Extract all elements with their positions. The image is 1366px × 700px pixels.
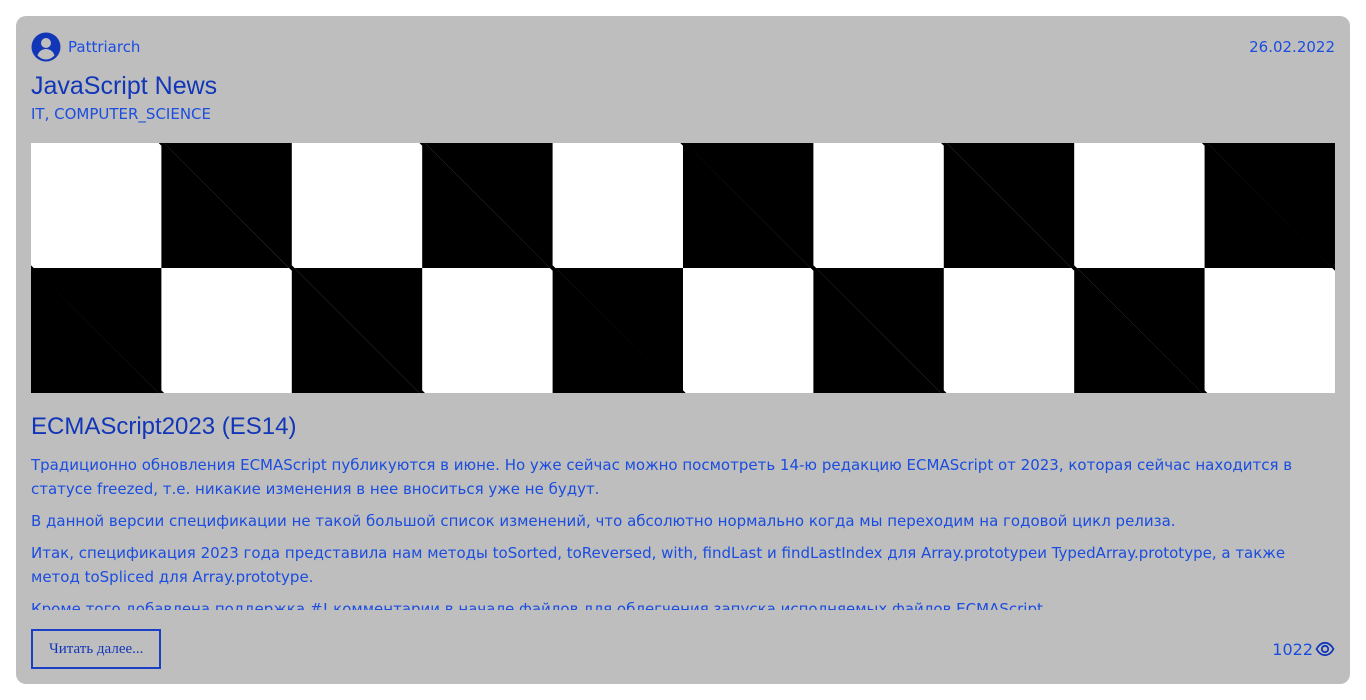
post-image (31, 143, 1335, 393)
views-counter: 1022 (1272, 639, 1335, 659)
post-title: JavaScript News (31, 72, 218, 100)
author-link[interactable]: Pattriarch (31, 32, 140, 62)
post-tags: IT, COMPUTER_SCIENCE (31, 105, 211, 123)
post-footer: Читать далее... 1022 (31, 629, 1335, 669)
post-header: Pattriarch 26.02.2022 (31, 30, 1335, 64)
eye-icon (1315, 641, 1335, 657)
content-paragraph: В данной версии спецификации не такой бо… (31, 512, 1176, 530)
views-count: 1022 (1272, 639, 1313, 659)
post-date: 26.02.2022 (1249, 38, 1335, 56)
user-circle-icon (31, 32, 61, 62)
content-paragraph: Кроме того добавлена поддержка #! коммен… (31, 600, 1048, 610)
author-name: Pattriarch (68, 38, 141, 56)
post-subtitle: ECMAScript2023 (ES14) (31, 413, 297, 440)
post-card: Pattriarch 26.02.2022 JavaScript News IT… (16, 16, 1350, 684)
read-more-button[interactable]: Читать далее... (31, 629, 162, 669)
content-paragraph: Традиционно обновления ECMAScript публик… (31, 456, 1293, 498)
post-content: Традиционно обновления ECMAScript публик… (31, 453, 1321, 610)
content-paragraph: Итак, спецификация 2023 года представила… (31, 544, 1286, 586)
